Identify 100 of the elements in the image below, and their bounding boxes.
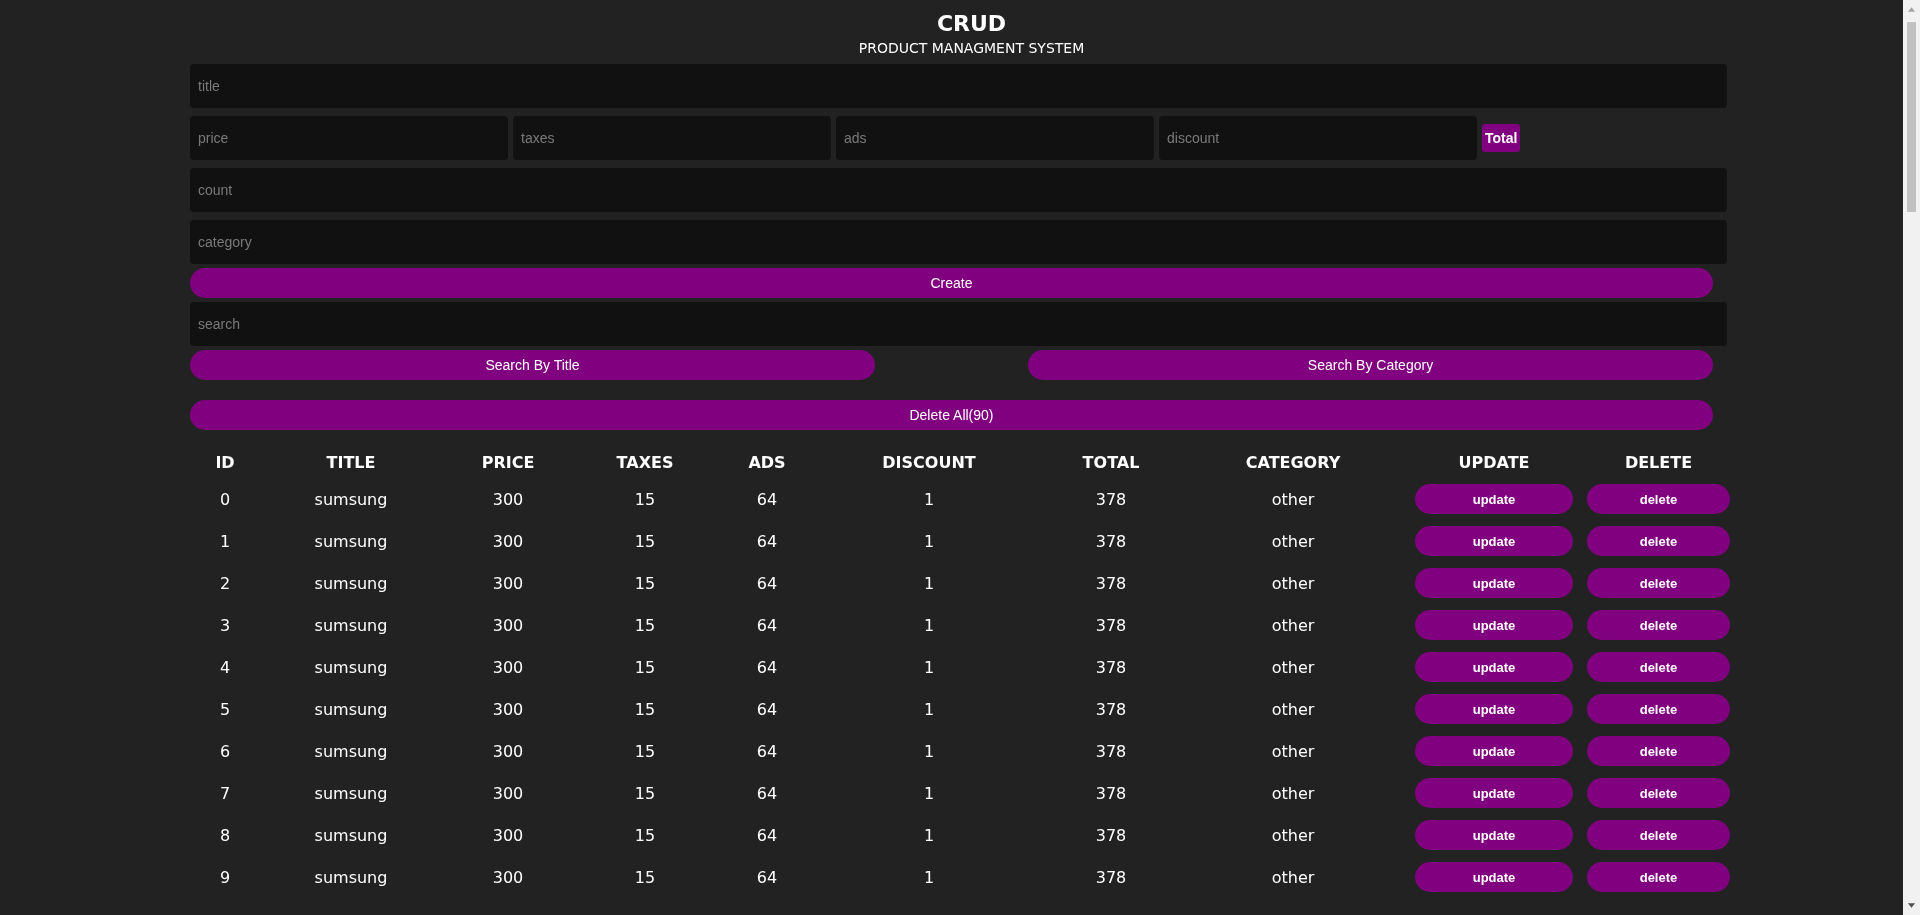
table-cell-text: 300: [491, 614, 525, 637]
table-cell-text: sumsung: [313, 866, 389, 889]
table-cell-text: 300: [491, 572, 525, 595]
table-cell-text: 300: [491, 740, 525, 763]
table-cell-text: 378: [1094, 614, 1128, 637]
table-cell-text: 300: [491, 782, 525, 805]
category-input[interactable]: category: [190, 220, 1727, 264]
table-cell-text: other: [1270, 866, 1316, 889]
column-header: TOTAL: [1081, 451, 1141, 474]
delete-button[interactable]: delete: [1587, 484, 1730, 514]
table-cell-text: 300: [491, 866, 525, 889]
table-cell-text: 64: [755, 782, 779, 805]
update-button[interactable]: update: [1415, 778, 1573, 808]
table-cell-text: 64: [755, 824, 779, 847]
table-cell-text: 15: [633, 740, 657, 763]
table-cell-text: other: [1270, 824, 1316, 847]
table-cell-text: sumsung: [313, 698, 389, 721]
update-button[interactable]: update: [1415, 610, 1573, 640]
table-cell-text: 8: [218, 824, 232, 847]
search-button[interactable]: Search By Title: [190, 350, 875, 380]
table-cell-text: 378: [1094, 866, 1128, 889]
table-cell-text: 64: [755, 572, 779, 595]
update-button[interactable]: update: [1415, 526, 1573, 556]
table-cell-text: 15: [633, 488, 657, 511]
table-cell-text: 64: [755, 698, 779, 721]
create-button[interactable]: Create: [190, 268, 1713, 298]
table-cell-text: other: [1270, 740, 1316, 763]
table-cell-text: other: [1270, 614, 1316, 637]
total-badge: Total: [1482, 124, 1521, 152]
table-cell-text: sumsung: [313, 782, 389, 805]
delete-button[interactable]: delete: [1587, 610, 1730, 640]
update-button[interactable]: update: [1415, 694, 1573, 724]
column-header: DELETE: [1623, 451, 1694, 474]
table-cell-text: 5: [218, 698, 232, 721]
table-cell-text: 2: [218, 572, 232, 595]
number-input[interactable]: ads: [836, 116, 1154, 160]
delete-button[interactable]: delete: [1587, 736, 1730, 766]
table-cell-text: 64: [755, 656, 779, 679]
table-cell-text: 15: [633, 782, 657, 805]
delete-button[interactable]: delete: [1587, 652, 1730, 682]
table-cell-text: 64: [755, 866, 779, 889]
update-button[interactable]: update: [1415, 484, 1573, 514]
column-header: ID: [214, 451, 236, 474]
delete-button[interactable]: delete: [1587, 694, 1730, 724]
column-header: ADS: [747, 451, 787, 474]
page-title: CRUD: [936, 10, 1007, 38]
column-header: CATEGORY: [1244, 451, 1342, 474]
table-cell-text: 300: [491, 698, 525, 721]
update-button[interactable]: update: [1415, 568, 1573, 598]
number-input[interactable]: discount: [1159, 116, 1477, 160]
update-button[interactable]: update: [1415, 820, 1573, 850]
table-cell-text: 7: [218, 782, 232, 805]
update-button[interactable]: update: [1415, 652, 1573, 682]
table-cell-text: 64: [755, 530, 779, 553]
table-cell-text: sumsung: [313, 614, 389, 637]
table-cell-text: 300: [491, 824, 525, 847]
column-header: PRICE: [480, 451, 536, 474]
count-input[interactable]: count: [190, 168, 1727, 212]
number-input[interactable]: taxes: [513, 116, 831, 160]
table-cell-text: 378: [1094, 782, 1128, 805]
column-header: TAXES: [615, 451, 675, 474]
table-cell-text: other: [1270, 488, 1316, 511]
table-cell-text: 378: [1094, 824, 1128, 847]
table-cell-text: 64: [755, 740, 779, 763]
table-cell-text: 300: [491, 656, 525, 679]
delete-button[interactable]: delete: [1587, 778, 1730, 808]
table-cell-text: 1: [922, 488, 936, 511]
scroll-up-icon[interactable]: [1907, 6, 1916, 12]
scroll-down-icon[interactable]: [1907, 903, 1916, 909]
table-cell-text: 64: [755, 488, 779, 511]
table-cell-text: 378: [1094, 488, 1128, 511]
delete-button[interactable]: delete: [1587, 862, 1730, 892]
delete-button[interactable]: delete: [1587, 820, 1730, 850]
page-subtitle: PRODUCT MANAGMENT SYSTEM: [858, 39, 1085, 58]
update-button[interactable]: update: [1415, 862, 1573, 892]
search-button[interactable]: Search By Category: [1028, 350, 1713, 380]
column-header: DISCOUNT: [881, 451, 977, 474]
table-cell-text: 300: [491, 488, 525, 511]
table-cell-text: 6: [218, 740, 232, 763]
table-cell-text: sumsung: [313, 572, 389, 595]
table-cell-text: sumsung: [313, 488, 389, 511]
scrollbar-thumb[interactable]: [1907, 22, 1916, 212]
table-cell-text: sumsung: [313, 740, 389, 763]
scrollbar[interactable]: [1903, 0, 1920, 915]
update-button[interactable]: update: [1415, 736, 1573, 766]
delete-all-button[interactable]: Delete All(90): [190, 400, 1713, 430]
table-cell-text: 1: [218, 530, 232, 553]
table-cell-text: sumsung: [313, 530, 389, 553]
number-input[interactable]: price: [190, 116, 508, 160]
table-cell-text: 3: [218, 614, 232, 637]
table-cell-text: 9: [218, 866, 232, 889]
table-cell-text: 1: [922, 740, 936, 763]
table-cell-text: other: [1270, 698, 1316, 721]
table-cell-text: 1: [922, 866, 936, 889]
table-cell-text: 15: [633, 572, 657, 595]
table-cell-text: 1: [922, 572, 936, 595]
delete-button[interactable]: delete: [1587, 526, 1730, 556]
title-input[interactable]: title: [190, 64, 1727, 108]
delete-button[interactable]: delete: [1587, 568, 1730, 598]
search-input[interactable]: search: [190, 302, 1727, 346]
